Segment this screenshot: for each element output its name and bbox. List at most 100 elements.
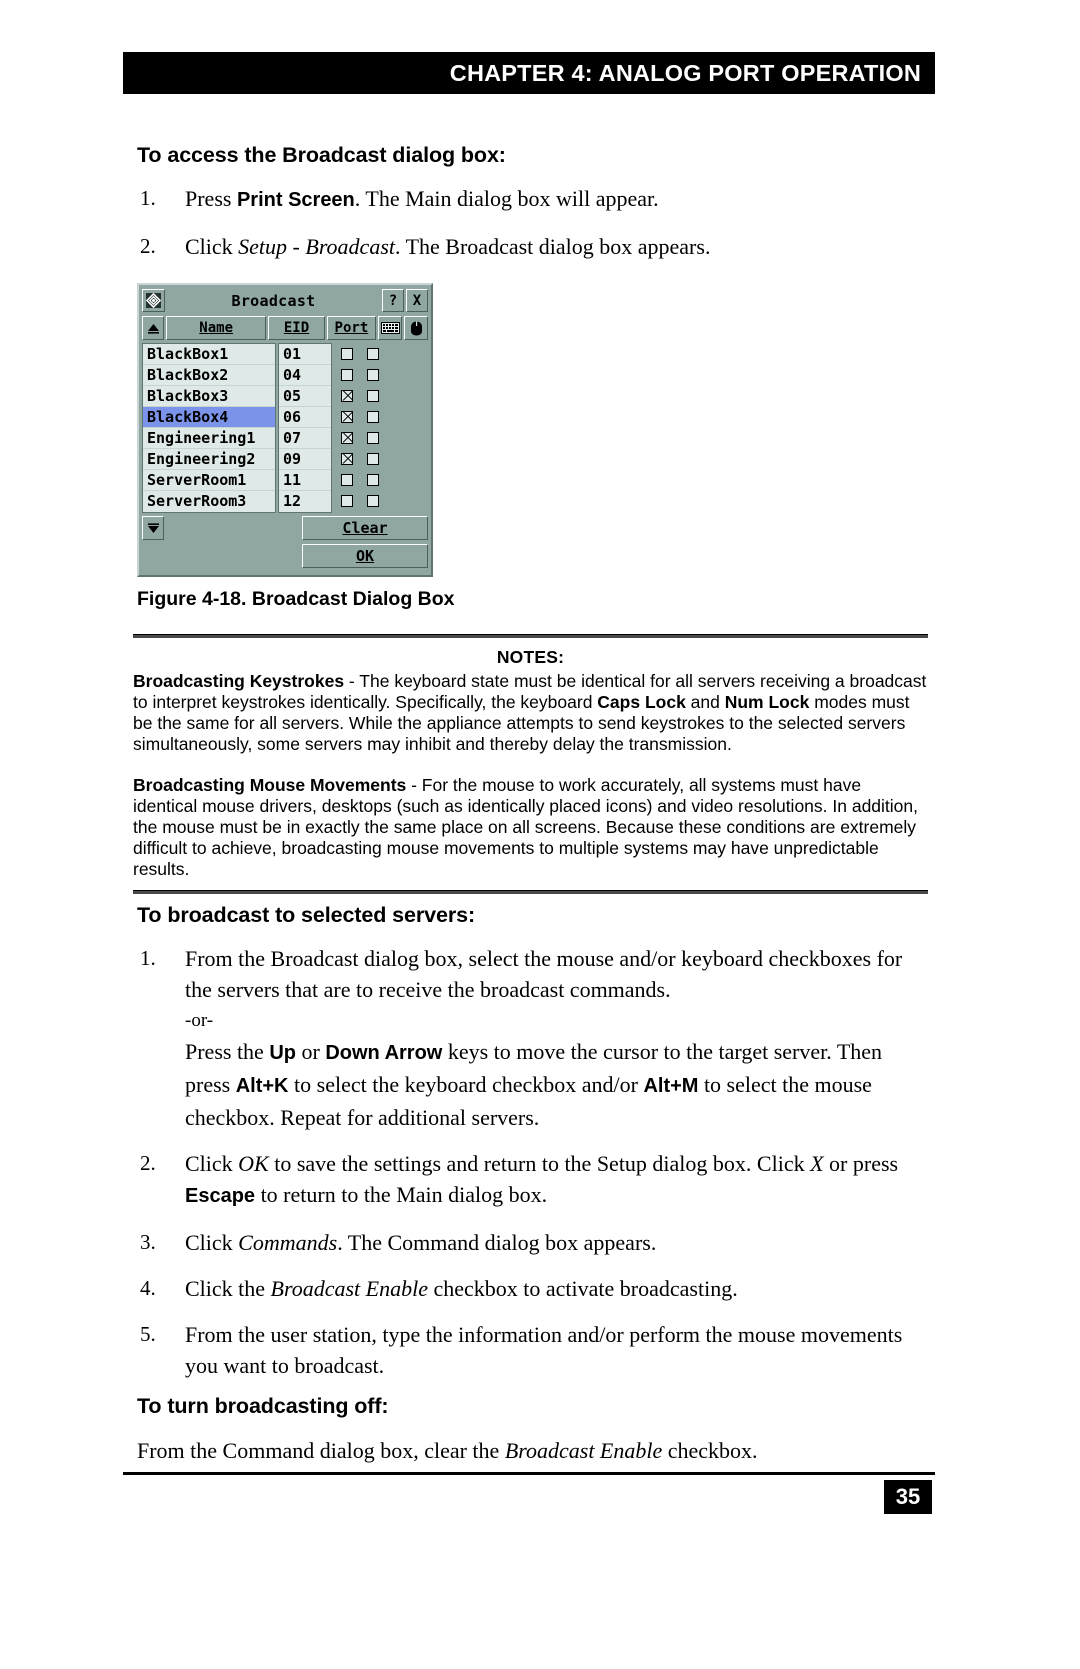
checkbox-checked-icon[interactable] [341,431,353,444]
sec2-s1-l0-run-4: or press [823,1151,899,1176]
note1-run-0: Broadcasting Mouse Movements [133,775,407,795]
checkbox-unchecked-icon[interactable] [367,452,379,465]
column-header-name[interactable]: Name [166,316,267,340]
column-header-eid-label: EID [283,320,310,336]
page-heading-access: To access the Broadcast dialog box: [137,143,506,167]
step-text: From the user station, type the informat… [185,1319,927,1381]
step-item: 2. Click OK to save the settings and retu… [137,1148,927,1212]
keyboard-checkbox[interactable] [334,364,360,385]
keyboard-icon[interactable] [378,316,403,340]
checkbox-unchecked-icon[interactable] [341,473,353,486]
server-row-name[interactable]: BlackBox1 [143,344,275,365]
step-item: 4. Click the Broadcast Enable checkbox to… [137,1273,927,1304]
footer-rule [123,1472,935,1475]
ok-button[interactable]: OK [302,544,428,568]
sec2-s0-l2-run-3: Down Arrow [325,1042,443,1064]
server-row-port[interactable]: 01 [279,344,331,365]
server-row-port[interactable]: 11 [279,470,331,491]
server-row-name[interactable]: BlackBox2 [143,365,275,386]
checkbox-unchecked-icon[interactable] [367,389,379,402]
server-row-port[interactable]: 09 [279,449,331,470]
checkbox-checked-icon[interactable] [341,452,353,465]
sec2-s2-l0-run-2: . The Command dialog box appears. [337,1230,657,1255]
server-row-name[interactable]: Engineering1 [143,428,275,449]
note0-run-4: Num Lock [724,692,810,712]
mouse-checkbox[interactable] [360,343,386,364]
mouse-checkbox[interactable] [360,406,386,427]
sec2-s2-l0-run-1: Commands [238,1230,338,1255]
clear-button[interactable]: Clear [302,516,428,540]
step-item: 5. From the user station, type the inform… [137,1319,927,1381]
step-number: 3. [140,1230,156,1254]
server-row-port[interactable]: 06 [279,407,331,428]
notes-title: NOTES: [496,647,565,667]
step-number: 1. [140,186,156,210]
scroll-up-button[interactable] [142,316,164,340]
server-name-column: BlackBox1 BlackBox2 BlackBox3 BlackBox4 Engi… [142,343,276,513]
checkbox-unchecked-icon[interactable] [341,368,353,381]
server-list[interactable]: BlackBox1 BlackBox2 BlackBox3 BlackBox4 Engi… [142,343,428,513]
checkbox-unchecked-icon[interactable] [341,494,353,507]
keyboard-checkbox[interactable] [334,385,360,406]
system-menu-icon[interactable] [142,289,165,312]
keyboard-checkbox[interactable] [334,427,360,448]
column-header-port[interactable]: Port [326,316,377,340]
keyboard-checkbox[interactable] [334,469,360,490]
checkbox-checked-icon[interactable] [341,410,353,423]
step-text: Click the Broadcast Enable checkbox to a… [185,1273,927,1304]
checkbox-unchecked-icon[interactable] [367,494,379,507]
checkbox-unchecked-icon[interactable] [367,368,379,381]
close-button[interactable]: X [406,289,428,312]
notes-body: Broadcasting Keystrokes - The keyboard s… [133,671,928,880]
dialog-title-bar: Broadcast ? X [142,288,428,313]
keyboard-checkbox[interactable] [334,343,360,364]
mouse-checkbox[interactable] [360,427,386,448]
mouse-icon[interactable] [404,316,428,340]
server-row-name[interactable]: ServerRoom3 [143,491,275,512]
mouse-checkbox[interactable] [360,385,386,406]
server-row-port[interactable]: 07 [279,428,331,449]
checkbox-checked-icon[interactable] [341,389,353,402]
server-row-name[interactable]: BlackBox4 [143,407,275,428]
keyboard-checkbox[interactable] [334,490,360,511]
sec3-run-1: Broadcast Enable [504,1438,663,1463]
checkbox-unchecked-icon[interactable] [367,473,379,486]
checkbox-unchecked-icon[interactable] [341,347,353,360]
help-button[interactable]: ? [382,289,404,312]
checkbox-unchecked-icon[interactable] [367,347,379,360]
broadcast-dialog-window: Broadcast ? X Name EID Port BlackBox1 Bl… [137,283,433,577]
server-row-name[interactable]: ServerRoom1 [143,470,275,491]
mouse-checkbox[interactable] [360,490,386,511]
mouse-checkbox[interactable] [360,364,386,385]
note0-run-3: and [685,692,725,712]
checkbox-unchecked-icon[interactable] [367,410,379,423]
page-heading-turn-off: To turn broadcasting off: [137,1394,389,1418]
sec2-s3-l0-run-0: Click the [185,1276,271,1301]
sec2-s0-l2-run-0: Press the [185,1039,270,1064]
server-row-name[interactable]: Engineering2 [143,449,275,470]
server-row-port[interactable]: 12 [279,491,331,512]
notes-paragraph: Broadcasting Keystrokes - The keyboard s… [133,671,928,755]
keyboard-checkbox[interactable] [334,406,360,427]
mouse-checkbox[interactable] [360,469,386,490]
sec3-run-2: checkbox. [662,1438,758,1463]
step-item: 3. Click Commands. The Command dialog box… [137,1227,927,1258]
dialog-column-headers: Name EID Port [142,316,428,340]
server-port-column: 01 04 05 06 07 09 11 12 [278,343,332,513]
column-header-eid[interactable]: EID [268,316,325,340]
keyboard-checkbox[interactable] [334,448,360,469]
step-text: Click Setup - Broadcast. The Broadcast d… [185,234,710,259]
sec2-s3-l0-run-2: checkbox to activate broadcasting. [427,1276,738,1301]
page-number: 35 [884,1480,932,1514]
mouse-checkbox[interactable] [360,448,386,469]
sec2-s0-l2-run-7: Alt+M [643,1075,699,1097]
sec2-s0-l1-run-0: -or- [185,1010,214,1031]
checkbox-unchecked-icon[interactable] [367,431,379,444]
server-row-name[interactable]: BlackBox3 [143,386,275,407]
server-row-port[interactable]: 04 [279,365,331,386]
scroll-down-button[interactable] [142,516,164,540]
keyboard-checkbox-column [334,343,360,513]
server-row-port[interactable]: 05 [279,386,331,407]
section-turn-off: To turn broadcasting off: From the Comma… [137,1394,927,1466]
step-text: From the Broadcast dialog box, select th… [185,943,927,1005]
